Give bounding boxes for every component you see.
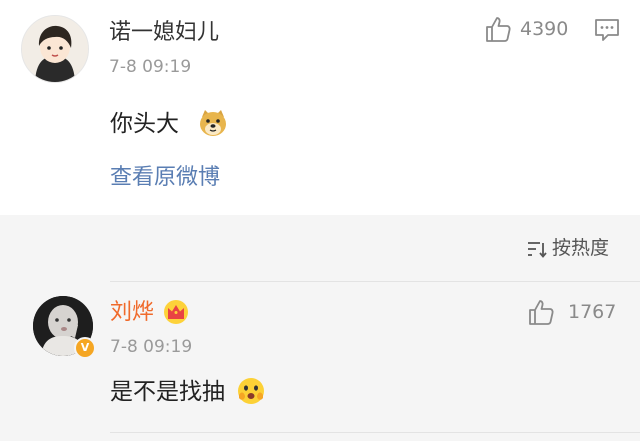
reply-time: 7-8 09:19 xyxy=(110,337,193,357)
reply-like-count: 1767 xyxy=(568,301,617,323)
verified-badge-icon: V xyxy=(74,337,96,359)
cartoon-girl-avatar-icon xyxy=(22,16,88,82)
thumbs-up-icon[interactable] xyxy=(527,298,555,326)
reply-username[interactable]: 刘烨 xyxy=(110,302,154,324)
fearful-face-emoji-icon xyxy=(238,378,264,404)
thumbs-up-icon[interactable] xyxy=(484,15,512,43)
comment-username[interactable]: 诺一媳妇儿 xyxy=(109,22,219,44)
sort-label: 按热度 xyxy=(551,237,609,259)
sort-icon xyxy=(527,241,547,258)
user-avatar[interactable] xyxy=(21,15,89,83)
sort-by-hot-button[interactable]: 按热度 xyxy=(526,239,609,258)
doge-emoji-icon xyxy=(200,110,226,136)
divider xyxy=(110,432,640,433)
comment-like-count: 4390 xyxy=(520,18,569,40)
view-original-link[interactable]: 查看原微博 xyxy=(110,167,220,189)
comment-time: 7-8 09:19 xyxy=(109,57,192,77)
crown-vip-icon[interactable] xyxy=(162,299,190,325)
comment-text: 你头大 xyxy=(110,111,179,137)
divider xyxy=(110,281,640,282)
reply-comment-icon[interactable] xyxy=(594,18,620,42)
reply-text: 是不是找抽 xyxy=(110,379,225,405)
